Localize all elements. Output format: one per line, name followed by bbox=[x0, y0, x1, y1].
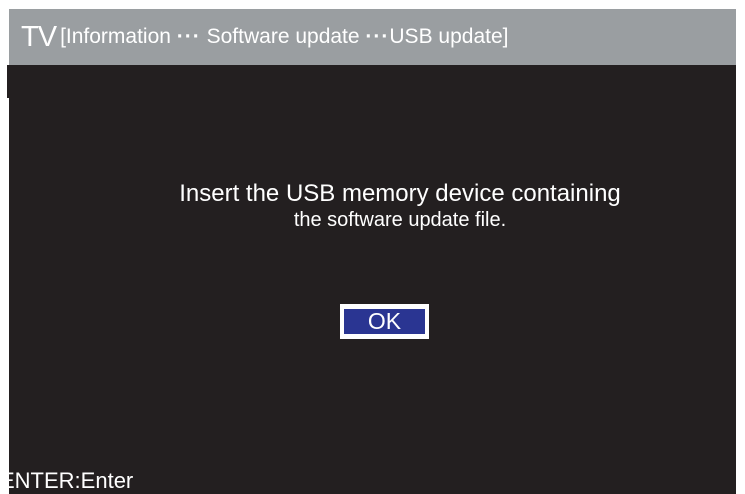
breadcrumb-separator: ··· bbox=[176, 25, 201, 48]
tv-screen: TV [Information ··· Software update ···U… bbox=[0, 0, 745, 494]
tv-label: TV bbox=[21, 20, 57, 53]
message-line-2: the software update file. bbox=[293, 209, 507, 231]
breadcrumb: [Information ··· Software update ···USB … bbox=[60, 25, 508, 49]
breadcrumb-prefix: [Information bbox=[60, 25, 177, 48]
breadcrumb-item-usb-update: USB update] bbox=[389, 25, 509, 48]
breadcrumb-item-software-update: Software update bbox=[206, 25, 360, 48]
dialog-panel: Insert the USB memory device containing … bbox=[9, 65, 736, 494]
breadcrumb-separator: ··· bbox=[365, 25, 390, 48]
ok-button[interactable]: OK bbox=[344, 309, 425, 334]
dialog-message: Insert the USB memory device containing … bbox=[9, 180, 736, 232]
enter-key-hint: ENTER:Enter bbox=[0, 468, 134, 493]
title-bar: TV [Information ··· Software update ···U… bbox=[9, 9, 736, 65]
message-line-1: Insert the USB memory device containing bbox=[179, 180, 621, 207]
ok-button-focus-frame[interactable]: OK bbox=[340, 304, 429, 339]
